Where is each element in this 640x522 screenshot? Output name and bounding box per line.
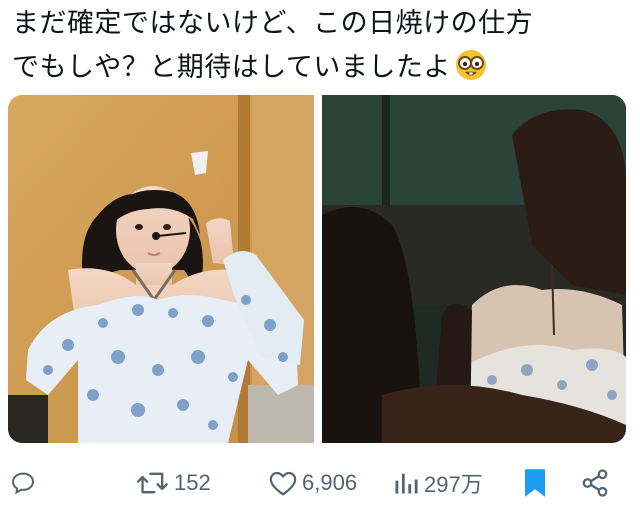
heart-icon: [269, 471, 297, 496]
left-photo[interactable]: [8, 95, 314, 443]
tweet-text-line-1: まだ確定ではないけど、この日焼けの仕方: [12, 8, 534, 39]
views-button[interactable]: 297万: [392, 458, 483, 508]
bookmark-button[interactable]: [522, 458, 548, 508]
like-count: 6,906: [302, 470, 358, 495]
concert-crowd-photo: [322, 95, 626, 443]
retweet-icon: [136, 472, 168, 494]
view-count: 297万: [424, 472, 483, 497]
retweet-button[interactable]: 152: [136, 458, 211, 508]
tweet-text-line-2-text: でもしや？と期待はしていましたよ: [12, 52, 451, 83]
tweet-text: まだ確定ではないけど、この日焼けの仕方 でもしや？と期待はしていましたよ: [12, 2, 632, 90]
tweet-text-line-2: でもしや？と期待はしていましたよ: [12, 46, 632, 90]
share-icon: [582, 469, 608, 497]
bookmark-icon: [525, 469, 545, 497]
reply-button[interactable]: [8, 458, 42, 508]
media-grid: [8, 95, 626, 443]
nerd-face-emoji-icon: [455, 50, 486, 80]
woman-in-blue-floral-dress-photo: [8, 95, 314, 443]
action-bar: 152 6,906 297万: [0, 458, 640, 508]
retweet-count: 152: [174, 470, 211, 495]
reply-icon: [11, 472, 35, 495]
right-photo[interactable]: [322, 95, 626, 443]
views-chart-icon: [395, 473, 418, 494]
share-button[interactable]: [580, 458, 610, 508]
like-button[interactable]: 6,906: [268, 458, 357, 508]
